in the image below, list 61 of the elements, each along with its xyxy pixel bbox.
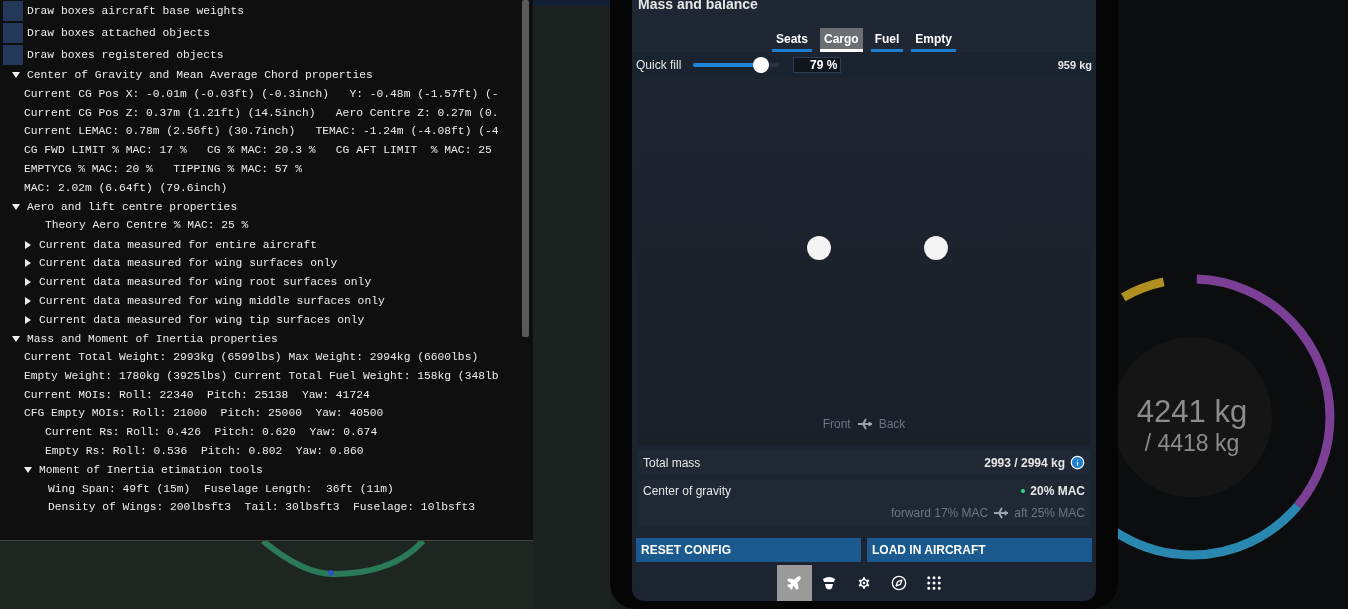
- property-text: EMPTYCG % MAC: 20 % TIPPING % MAC: 57 %: [23, 162, 303, 177]
- tree-node[interactable]: Aero and lift centre properties: [3, 197, 533, 217]
- total-mass-value: 2993 / 2994 kg: [984, 455, 1065, 470]
- property-text: MAC: 2.02m (6.64ft) (79.6inch): [23, 180, 229, 196]
- status-dot: [1021, 489, 1026, 493]
- cargo-marker[interactable]: [806, 235, 831, 260]
- back-label: Back: [878, 417, 906, 431]
- checkbox[interactable]: [3, 45, 23, 65]
- aft-limit: aft 25% MAC: [1014, 506, 1085, 520]
- nav-button[interactable]: [776, 565, 812, 601]
- scrollbar-thumb[interactable]: [522, 0, 529, 337]
- plane-icon: [856, 418, 873, 430]
- tree-node[interactable]: Moment of Inertia etimation tools: [15, 460, 533, 480]
- property-text: Current CG Pos Z: 0.37m (1.21ft) (14.5inch) Aero Centre Z: 0.27m (0.: [23, 105, 500, 121]
- checkbox[interactable]: [3, 1, 23, 21]
- slider-thumb[interactable]: [753, 57, 770, 73]
- action-button[interactable]: RESET CONFIG: [636, 538, 861, 562]
- tab[interactable]: Cargo: [820, 28, 863, 52]
- cargo-mass: 959 kg: [1057, 59, 1092, 71]
- property-text: Current Rs: Roll: 0.426 Pitch: 0.620 Yaw: 0.674: [44, 425, 379, 441]
- tree-node[interactable]: Center of Gravity and Mean Average Chord properties: [3, 66, 533, 85]
- action-button[interactable]: LOAD IN AIRCRAFT: [867, 538, 1092, 562]
- property-text: Current CG Pos X: -0.01m (-0.03ft) (-0.3inch) Y: -0.48m (-1.57ft) (-: [23, 86, 500, 102]
- gauge-total: / 4418 kg: [1143, 429, 1241, 457]
- property-text: Density of Wings: 200lbsft3 Tail: 30lbsft3 Fuselage: 10lbsft3: [47, 500, 477, 516]
- property-text: Wing Span: 49ft (15m) Fuselage Length: 36ft (11m): [47, 481, 395, 497]
- gauge-value: 4241 kg: [1135, 395, 1249, 429]
- grid-icon: [925, 574, 943, 592]
- checkbox-label: Draw boxes registered objects: [27, 49, 224, 61]
- property-text: CG FWD LIMIT % MAC: 17 % CG % MAC: 20.3 % CG AFT LIMIT % MAC: 25: [23, 143, 493, 159]
- checkbox-label: Draw boxes aircraft base weights: [27, 5, 244, 17]
- compass-icon: [891, 575, 907, 591]
- cargo-marker[interactable]: [923, 235, 948, 260]
- settings-icon: [856, 575, 872, 591]
- cg-value: 20% MAC: [1030, 484, 1085, 498]
- property-text: Theory Aero Centre % MAC: 25 %: [44, 218, 250, 234]
- tree-node[interactable]: Current data measured for wing middle surfaces only: [15, 291, 533, 311]
- pilot-cap-icon: [822, 575, 836, 591]
- tree-node[interactable]: Current data measured for wing root surfaces only: [15, 272, 533, 292]
- property-text: Current Total Weight: 2993kg (6599lbs) Max Weight: 2994kg (6600lbs): [23, 349, 480, 365]
- tree-node[interactable]: Current data measured for entire aircraft: [15, 235, 533, 254]
- property-text: Empty Rs: Roll: 0.536 Pitch: 0.802 Yaw: 0.860: [44, 443, 365, 459]
- percent-input[interactable]: 79 %: [793, 57, 842, 73]
- plane-icon: [786, 575, 802, 591]
- quick-fill-label: Quick fill: [636, 58, 682, 72]
- cg-label: Center of gravity: [643, 484, 732, 498]
- tree-node[interactable]: Mass and Moment of Inertia properties: [3, 329, 533, 348]
- front-label: Front: [822, 417, 851, 431]
- checkbox-label: Draw boxes attached objects: [27, 27, 211, 39]
- quick-fill-slider[interactable]: [693, 57, 780, 73]
- tree-node[interactable]: Current data measured for wing tip surfaces only: [15, 310, 533, 330]
- checkbox[interactable]: [3, 23, 23, 43]
- property-text: Empty Weight: 1780kg (3925lbs) Current Total Fuel Weight: 158kg (348lb: [23, 368, 500, 384]
- plane-icon: [993, 507, 1010, 519]
- property-text: Current LEMAC: 0.78m (2.56ft) (30.7inch) TEMAC: -1.24m (-4.08ft) (-4: [23, 124, 500, 140]
- forward-limit: forward 17% MAC: [890, 506, 989, 520]
- info-icon[interactable]: [1070, 455, 1085, 470]
- property-text: CFG Empty MOIs: Roll: 21000 Pitch: 25000 Yaw: 40500: [23, 406, 385, 422]
- property-text: Current MOIs: Roll: 22340 Pitch: 25138 Yaw: 41724: [23, 387, 371, 403]
- tree-node[interactable]: Current data measured for wing surfaces only: [15, 253, 533, 273]
- total-mass-label: Total mass: [643, 455, 701, 470]
